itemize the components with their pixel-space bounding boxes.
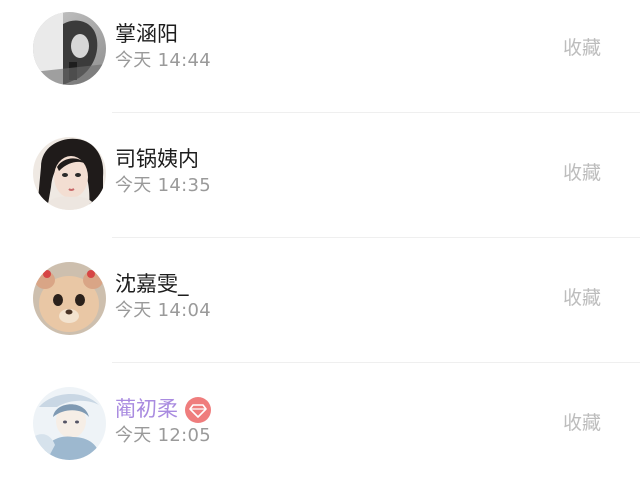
- last-active-time: 今天 14:04: [115, 300, 211, 321]
- last-active-time: 今天 14:35: [115, 175, 211, 196]
- diamond-icon: [185, 397, 211, 423]
- list-item[interactable]: 沈嘉雯_ 今天 14:04 收藏: [0, 238, 640, 363]
- favorite-button[interactable]: 收藏: [563, 410, 601, 436]
- contact-name[interactable]: 沈嘉雯_: [115, 270, 189, 298]
- avatar[interactable]: [33, 262, 106, 335]
- avatar[interactable]: [33, 387, 106, 460]
- avatar[interactable]: [33, 12, 106, 85]
- favorite-button[interactable]: 收藏: [563, 35, 601, 61]
- contact-name[interactable]: 蔺初柔: [115, 395, 178, 423]
- list-item[interactable]: 掌涵阳 今天 14:44 收藏: [0, 0, 640, 113]
- list-item[interactable]: 蔺初柔 今天 12:05 收藏: [0, 363, 640, 488]
- last-active-time: 今天 12:05: [115, 425, 211, 446]
- last-active-time: 今天 14:44: [115, 50, 211, 71]
- contact-name[interactable]: 司锅姨内: [115, 145, 199, 173]
- favorite-button[interactable]: 收藏: [563, 160, 601, 186]
- avatar[interactable]: [33, 137, 106, 210]
- contact-list: 掌涵阳 今天 14:44 收藏 司锅姨内 今天 14:35 收藏 沈嘉雯_ 今天…: [0, 0, 640, 476]
- contact-name[interactable]: 掌涵阳: [115, 20, 178, 48]
- favorite-button[interactable]: 收藏: [563, 285, 601, 311]
- list-item[interactable]: 司锅姨内 今天 14:35 收藏: [0, 113, 640, 238]
